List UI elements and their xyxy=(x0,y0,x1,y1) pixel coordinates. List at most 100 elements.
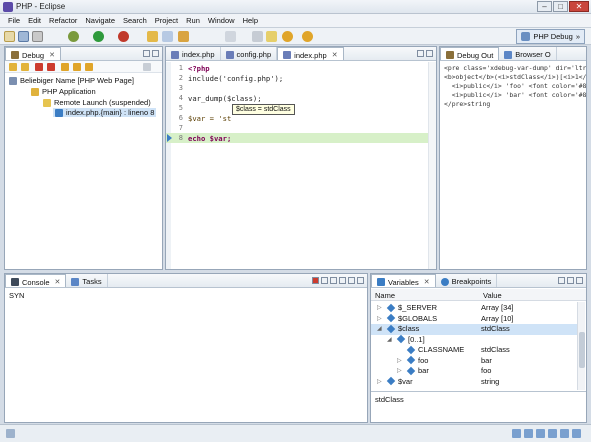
expand-icon[interactable]: ▷ xyxy=(397,357,404,364)
scrollbar-thumb[interactable] xyxy=(579,332,585,368)
resume-icon[interactable] xyxy=(9,63,17,71)
minimize-button[interactable]: – xyxy=(537,1,552,12)
new-project-icon[interactable] xyxy=(162,31,173,42)
step-into-icon[interactable] xyxy=(61,63,69,71)
menu-help[interactable]: Help xyxy=(239,14,262,27)
menu-window[interactable]: Window xyxy=(204,14,239,27)
fast-view-icon[interactable] xyxy=(6,429,15,438)
maximize-view-icon[interactable] xyxy=(357,277,364,284)
status-tool-icon[interactable] xyxy=(536,429,545,438)
annotation-icon[interactable] xyxy=(266,31,277,42)
minimize-view-icon[interactable] xyxy=(567,277,574,284)
terminate-console-icon[interactable] xyxy=(312,277,319,284)
variables-scrollbar[interactable] xyxy=(577,302,585,390)
expand-icon[interactable]: ▷ xyxy=(377,304,384,311)
code-line[interactable]: var_dump($class); xyxy=(188,94,262,103)
launch-item[interactable]: Beliebiger Name [PHP Web Page] xyxy=(9,76,134,85)
variable-detail-pane[interactable]: stdClass xyxy=(375,395,404,404)
save-icon[interactable] xyxy=(18,31,29,42)
tab-tasks[interactable]: Tasks xyxy=(66,274,108,287)
stack-frame-item[interactable]: index.php.{main} : lineno 8 xyxy=(53,108,157,117)
maximize-button[interactable]: □ xyxy=(553,1,568,12)
tab-debug[interactable]: Debug ✕ xyxy=(5,47,61,60)
expand-icon[interactable]: ▷ xyxy=(377,315,384,322)
close-button[interactable]: ✕ xyxy=(569,1,589,12)
perspective-php-debug[interactable]: PHP Debug » xyxy=(516,29,585,44)
forward-icon[interactable] xyxy=(302,31,313,42)
step-over-icon[interactable] xyxy=(73,63,81,71)
tab-config-php[interactable]: config.php xyxy=(221,47,278,60)
maximize-view-icon[interactable] xyxy=(576,277,583,284)
external-tools-icon[interactable] xyxy=(118,31,129,42)
tab-index-php-2[interactable]: index.php ✕ xyxy=(277,47,344,60)
close-icon[interactable]: ✕ xyxy=(55,278,61,286)
menu-edit[interactable]: Edit xyxy=(24,14,45,27)
variable-row[interactable]: ◢ [0..1] xyxy=(371,335,579,346)
terminate-icon[interactable] xyxy=(35,63,43,71)
remote-launch-item[interactable]: Remote Launch (suspended) xyxy=(43,98,151,107)
open-folder-icon[interactable] xyxy=(147,31,158,42)
suspend-icon[interactable] xyxy=(21,63,29,71)
status-tool-icon[interactable] xyxy=(548,429,557,438)
new-file-icon[interactable] xyxy=(4,31,15,42)
menu-search[interactable]: Search xyxy=(119,14,151,27)
disconnect-icon[interactable] xyxy=(47,63,55,71)
column-value-header[interactable]: Value xyxy=(483,291,502,300)
code-line[interactable]: $var = 'st xyxy=(188,114,231,123)
status-tool-icon[interactable] xyxy=(560,429,569,438)
back-icon[interactable] xyxy=(282,31,293,42)
search-icon[interactable] xyxy=(225,31,236,42)
php-application-item[interactable]: PHP Application xyxy=(31,87,96,96)
tab-browser-output[interactable]: Browser O xyxy=(499,47,557,60)
tab-breakpoints[interactable]: Breakpoints xyxy=(436,274,498,287)
scroll-lock-icon[interactable] xyxy=(330,277,337,284)
close-icon[interactable]: ✕ xyxy=(332,51,338,59)
code-line[interactable]: echo $var; xyxy=(188,134,231,143)
expand-icon[interactable]: ▷ xyxy=(397,367,404,374)
step-return-icon[interactable] xyxy=(85,63,93,71)
menu-project[interactable]: Project xyxy=(151,14,182,27)
clear-console-icon[interactable] xyxy=(321,277,328,284)
minimize-view-icon[interactable] xyxy=(417,50,424,57)
collapse-icon[interactable]: ◢ xyxy=(387,336,394,343)
tab-console[interactable]: Console ✕ xyxy=(5,274,67,287)
pin-console-icon[interactable] xyxy=(339,277,346,284)
pin-icon[interactable] xyxy=(252,31,263,42)
collapse-icon[interactable]: ◢ xyxy=(377,325,384,332)
maximize-view-icon[interactable] xyxy=(152,50,159,57)
maximize-view-icon[interactable] xyxy=(426,50,433,57)
code-line[interactable]: <?php xyxy=(188,64,210,73)
status-tool-icon[interactable] xyxy=(524,429,533,438)
tab-variables[interactable]: Variables ✕ xyxy=(371,274,436,287)
menu-navigate[interactable]: Navigate xyxy=(81,14,119,27)
column-name-header[interactable]: Name xyxy=(375,291,395,300)
variable-row-selected[interactable]: ◢ $class stdClass xyxy=(371,324,579,335)
open-type-icon[interactable] xyxy=(178,31,189,42)
detail-pane-divider[interactable] xyxy=(371,391,586,392)
variable-row[interactable]: ▷ $GLOBALS Array [10] xyxy=(371,314,579,325)
close-icon[interactable]: ✕ xyxy=(424,278,430,286)
perspective-toggle[interactable]: » xyxy=(576,32,580,41)
variable-row[interactable]: ▷ $var string xyxy=(371,377,579,388)
close-icon[interactable]: ✕ xyxy=(49,51,55,59)
menu-run[interactable]: Run xyxy=(182,14,204,27)
tab-index-php-1[interactable]: index.php xyxy=(166,47,221,60)
print-icon[interactable] xyxy=(32,31,43,42)
status-tool-icon[interactable] xyxy=(572,429,581,438)
status-tool-icon[interactable] xyxy=(512,429,521,438)
code-line[interactable]: include('config.php'); xyxy=(188,74,283,83)
menu-refactor[interactable]: Refactor xyxy=(45,14,81,27)
variable-row[interactable]: ▷ $_SERVER Array [34] xyxy=(371,303,579,314)
view-menu-icon[interactable] xyxy=(143,63,151,71)
collapse-all-icon[interactable] xyxy=(558,277,565,284)
debug-icon[interactable] xyxy=(68,31,79,42)
variable-row[interactable]: CLASSNAME stdClass xyxy=(371,345,579,356)
variable-row[interactable]: ▷ foo bar xyxy=(371,356,579,367)
tab-debug-output[interactable]: Debug Out xyxy=(440,47,500,60)
menu-file[interactable]: File xyxy=(4,14,24,27)
expand-icon[interactable]: ▷ xyxy=(377,378,384,385)
variable-row[interactable]: ▷ bar foo xyxy=(371,366,579,377)
minimize-view-icon[interactable] xyxy=(348,277,355,284)
minimize-view-icon[interactable] xyxy=(143,50,150,57)
run-icon[interactable] xyxy=(93,31,104,42)
